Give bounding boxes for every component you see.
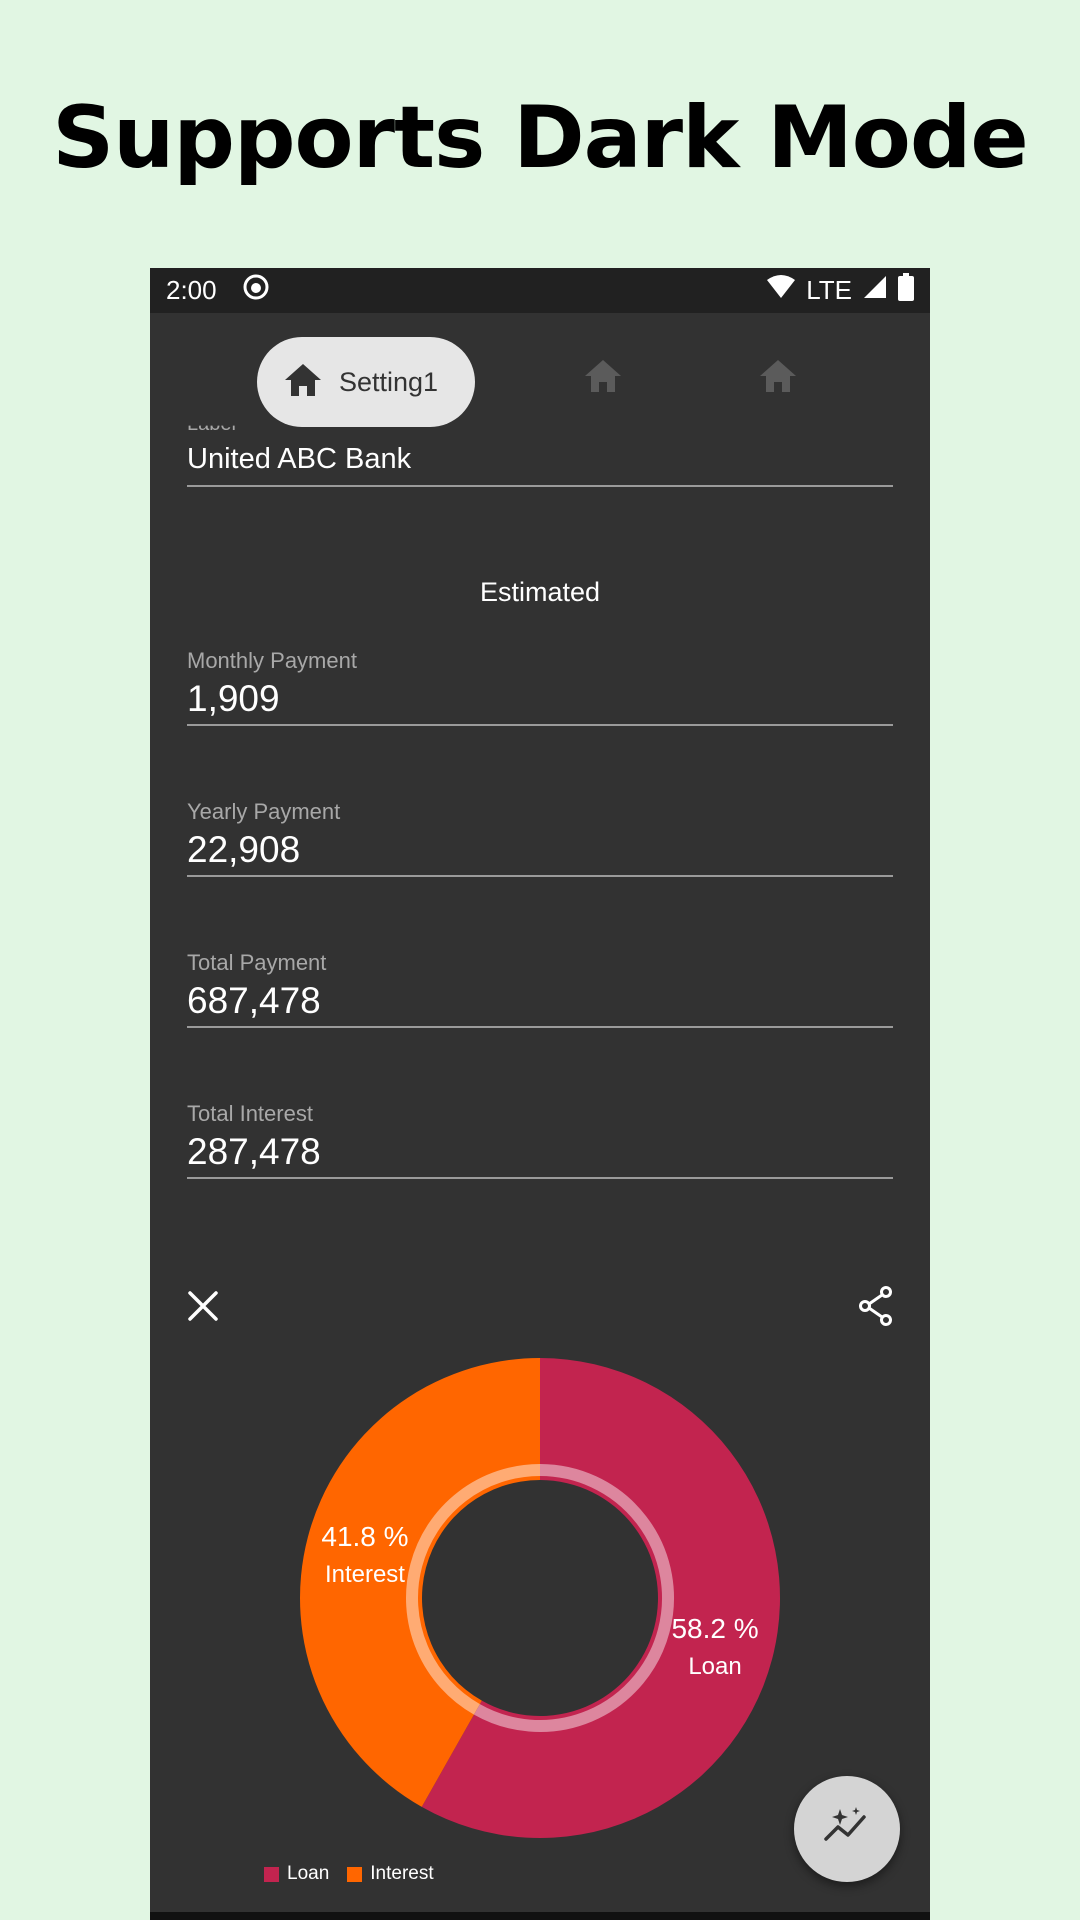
home-icon <box>583 360 623 398</box>
home-icon <box>758 360 798 398</box>
total-interest-value: 287,478 <box>187 1131 321 1172</box>
chart-legend: Loan Interest <box>264 1863 434 1885</box>
top-navigation: Setting1 <box>150 313 930 427</box>
monthly-payment-field[interactable]: Monthly Payment 1,909 <box>187 648 893 726</box>
chart-sparkle-icon <box>822 1806 872 1852</box>
yearly-payment-field[interactable]: Yearly Payment 22,908 <box>187 799 893 877</box>
total-payment-value: 687,478 <box>187 980 321 1021</box>
headline: Supports Dark Mode <box>52 88 1029 188</box>
nav-tab-3[interactable] <box>758 358 798 399</box>
yearly-payment-value: 22,908 <box>187 829 301 870</box>
nav-tab-setting1[interactable]: Setting1 <box>257 337 475 427</box>
donut-percent-label-interest: 41.8 % <box>321 1521 408 1552</box>
nav-tab-2[interactable] <box>583 358 623 399</box>
legend-swatch-interest <box>347 1866 363 1882</box>
legend-label-interest: Interest <box>370 1863 434 1884</box>
status-bar: 2:00 LTE <box>150 268 930 313</box>
donut-percent-label-loan: 58.2 % <box>671 1613 758 1644</box>
total-interest-label: Total Interest <box>187 1101 313 1126</box>
app-notification-icon <box>243 274 269 307</box>
home-icon <box>283 362 323 403</box>
signal-icon <box>862 274 888 307</box>
total-interest-field[interactable]: Total Interest 287,478 <box>187 1101 893 1179</box>
phone-screen: 2:00 LTE Setting1 Label United ABC Bank … <box>150 268 930 1920</box>
nav-tab-label: Setting1 <box>339 366 439 397</box>
total-payment-field[interactable]: Total Payment 687,478 <box>187 950 893 1028</box>
section-title-estimated: Estimated <box>479 577 601 607</box>
donut-name-label-loan: Loan <box>688 1653 741 1680</box>
monthly-payment-value: 1,909 <box>187 678 280 719</box>
donut-inner-ring-loan <box>473 1464 674 1732</box>
label-field-value: United ABC Bank <box>187 443 412 475</box>
wifi-icon <box>766 274 796 307</box>
total-payment-label: Total Payment <box>187 950 327 975</box>
status-time: 2:00 <box>166 275 217 305</box>
legend-label-loan: Loan <box>287 1863 330 1884</box>
donut-name-label-interest: Interest <box>325 1561 405 1588</box>
legend-swatch-loan <box>264 1866 279 1882</box>
monthly-payment-label: Monthly Payment <box>187 648 357 673</box>
chart-fab-button[interactable] <box>794 1776 900 1882</box>
system-navigation-bar <box>150 1912 930 1920</box>
yearly-payment-label: Yearly Payment <box>187 799 341 824</box>
label-field[interactable]: Label United ABC Bank <box>187 426 893 487</box>
network-type: LTE <box>806 275 852 305</box>
battery-icon <box>898 273 914 308</box>
